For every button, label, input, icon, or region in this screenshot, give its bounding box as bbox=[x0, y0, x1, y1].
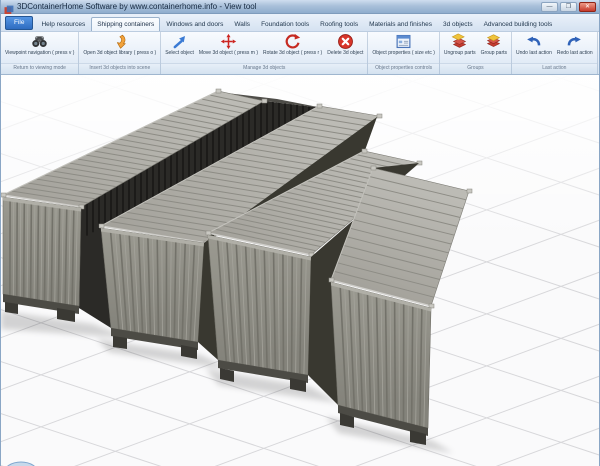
group-name: Insert 3d objects into scene bbox=[79, 63, 160, 74]
window-title: 3DContainerHome Software by www.containe… bbox=[17, 1, 541, 13]
group-name: Groups bbox=[440, 63, 511, 74]
button-label: Rotate 3d object ( press r ) bbox=[263, 50, 322, 57]
button-label: Viewpoint navigation ( press v ) bbox=[5, 50, 74, 57]
3d-viewport[interactable] bbox=[1, 75, 599, 466]
properties-window-icon bbox=[395, 33, 412, 50]
container-foot bbox=[5, 302, 18, 314]
undo-arrow-icon bbox=[525, 33, 542, 50]
ribbon-group-manage-3d-objects: Select object Move 3d object ( press m ) R… bbox=[161, 32, 368, 74]
button-label: Delete 3d object bbox=[327, 50, 363, 57]
button-label: Select object bbox=[165, 50, 194, 57]
tab-walls[interactable]: Walls bbox=[229, 18, 255, 31]
3d-scene[interactable] bbox=[1, 75, 599, 466]
app-window: 3DContainerHome Software by www.containe… bbox=[0, 0, 600, 466]
app-icon bbox=[4, 2, 14, 12]
rotate-arrow-icon bbox=[284, 33, 301, 50]
menu-tab-bar: FileHelp resourcesShipping containersWin… bbox=[1, 14, 599, 32]
corner-fitting bbox=[99, 224, 104, 228]
group-parts-button[interactable]: Group parts bbox=[479, 33, 509, 57]
delete-3d-object-button[interactable]: Delete 3d object bbox=[325, 33, 365, 57]
ribbon-toolbar: Viewpoint navigation ( press v ) Return t… bbox=[1, 32, 599, 75]
open-3d-object-library-press-o-button[interactable]: Open 3d object library ( press o ) bbox=[81, 33, 158, 57]
redo-arrow-icon bbox=[566, 33, 583, 50]
group-layers-icon bbox=[485, 33, 502, 50]
tab-materials-and-finishes[interactable]: Materials and finishes bbox=[364, 18, 437, 31]
minimize-button[interactable]: — bbox=[541, 2, 558, 12]
group-name: Return to viewing mode bbox=[1, 63, 78, 74]
select-arrow-icon bbox=[171, 33, 188, 50]
tab-foundation-tools[interactable]: Foundation tools bbox=[256, 18, 314, 31]
group-name: Object properties controls bbox=[368, 63, 439, 74]
corner-fitting bbox=[317, 104, 322, 108]
ribbon-group-return-to-viewing-mode: Viewpoint navigation ( press v ) Return t… bbox=[1, 32, 79, 74]
ribbon-group-insert-3d-objects-into-scene: Open 3d object library ( press o ) Insert… bbox=[79, 32, 161, 74]
select-object-button[interactable]: Select object bbox=[163, 33, 196, 57]
tab-advanced-building-tools[interactable]: Advanced building tools bbox=[479, 18, 558, 31]
container-foot bbox=[113, 336, 127, 349]
ungroup-parts-button[interactable]: Ungroup parts bbox=[442, 33, 478, 57]
object-properties-size-etc-button[interactable]: Object properties ( size etc ) bbox=[370, 33, 437, 57]
ribbon-group-groups: Ungroup parts Group parts Groups bbox=[440, 32, 512, 74]
tab-windows-and-doors[interactable]: Windows and doors bbox=[161, 18, 228, 31]
title-bar: 3DContainerHome Software by www.containe… bbox=[1, 0, 599, 14]
restore-button[interactable]: ❐ bbox=[560, 2, 577, 12]
corner-fitting bbox=[371, 166, 376, 170]
button-label: Object properties ( size etc ) bbox=[372, 50, 435, 57]
corner-fitting bbox=[262, 99, 267, 103]
corner-fitting bbox=[467, 189, 472, 193]
tab-help-resources[interactable]: Help resources bbox=[36, 18, 90, 31]
corner-fitting bbox=[329, 278, 334, 282]
corner-fitting bbox=[216, 89, 221, 93]
viewpoint-navigation-press-v-button[interactable]: Viewpoint navigation ( press v ) bbox=[3, 33, 76, 57]
ribbon-group-last-action: Undo last action Redo last action Last act… bbox=[512, 32, 598, 74]
button-label: Undo last action bbox=[516, 50, 552, 57]
undo-last-action-button[interactable]: Undo last action bbox=[514, 33, 554, 57]
corner-fitting bbox=[377, 114, 382, 118]
delete-cross-icon bbox=[337, 33, 354, 50]
corner-fitting bbox=[206, 231, 211, 235]
button-label: Redo last action bbox=[557, 50, 593, 57]
corner-fitting bbox=[417, 161, 422, 165]
group-name: Manage 3d objects bbox=[161, 63, 367, 74]
close-button[interactable]: ✕ bbox=[579, 2, 596, 12]
ungroup-layers-icon bbox=[451, 33, 468, 50]
ribbon-group-object-properties-controls: Object properties ( size etc ) Object pro… bbox=[368, 32, 440, 74]
button-label: Group parts bbox=[481, 50, 507, 57]
redo-last-action-button[interactable]: Redo last action bbox=[555, 33, 595, 57]
rotate-3d-object-press-r-button[interactable]: Rotate 3d object ( press r ) bbox=[261, 33, 324, 57]
button-label: Ungroup parts bbox=[444, 50, 476, 57]
move-3d-object-press-m-button[interactable]: Move 3d object ( press m ) bbox=[197, 33, 260, 57]
open-library-icon bbox=[111, 33, 128, 50]
button-label: Open 3d object library ( press o ) bbox=[83, 50, 156, 57]
tab-file[interactable]: File bbox=[5, 16, 33, 30]
binoculars-icon bbox=[31, 33, 48, 50]
corner-fitting bbox=[362, 149, 367, 153]
group-name: Last action bbox=[512, 63, 597, 74]
button-label: Move 3d object ( press m ) bbox=[199, 50, 258, 57]
tab-roofing-tools[interactable]: Roofing tools bbox=[315, 18, 363, 31]
corner-fitting bbox=[1, 193, 6, 197]
move-arrows-icon bbox=[220, 33, 237, 50]
window-controls: —❐✕ bbox=[541, 2, 596, 12]
tab-shipping-containers[interactable]: Shipping containers bbox=[91, 17, 160, 31]
tab-3d-objects[interactable]: 3d objects bbox=[438, 18, 478, 31]
